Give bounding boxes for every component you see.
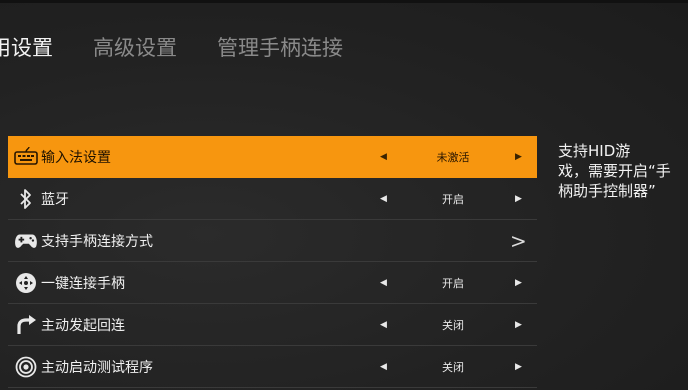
settings-list: 输入法设置 ◀ 未激活 ▶ 蓝牙 ◀ 开启 ▶ 支持手柄连接方式 > 一键连接手…: [8, 136, 537, 388]
value-prev-arrow[interactable]: ◀: [380, 362, 387, 372]
setting-row-gamepad-connection-methods[interactable]: 支持手柄连接方式 >: [8, 220, 537, 262]
value-prev-arrow[interactable]: ◀: [380, 320, 387, 330]
value-prev-arrow[interactable]: ◀: [380, 152, 387, 162]
setting-label: 一键连接手柄: [41, 275, 125, 292]
setting-value: 未激活: [436, 150, 470, 164]
help-description: 支持HID游 戏，需要开启“手 柄助手控制器”: [558, 142, 671, 200]
value-next-arrow[interactable]: ▶: [515, 278, 522, 288]
tab-advanced-settings[interactable]: 高级设置: [93, 30, 177, 66]
setting-value: 关闭: [442, 318, 464, 332]
reconnect-icon: [14, 313, 38, 337]
target-icon: [14, 355, 38, 379]
setting-label: 蓝牙: [41, 191, 69, 208]
setting-row-input-method[interactable]: 输入法设置 ◀ 未激活 ▶: [8, 136, 537, 178]
setting-row-one-key-connect[interactable]: 一键连接手柄 ◀ 开启 ▶: [8, 262, 537, 304]
setting-value: 开启: [442, 276, 464, 290]
setting-label: 支持手柄连接方式: [41, 233, 153, 250]
chevron-right-icon[interactable]: >: [510, 229, 527, 253]
value-next-arrow[interactable]: ▶: [515, 320, 522, 330]
top-border: [0, 0, 688, 3]
value-next-arrow[interactable]: ▶: [515, 194, 522, 204]
value-next-arrow[interactable]: ▶: [515, 362, 522, 372]
tab-general-settings[interactable]: 用设置: [0, 30, 53, 66]
dpad-icon: [14, 271, 38, 295]
bluetooth-icon: [14, 187, 38, 211]
setting-label: 主动发起回连: [41, 317, 125, 334]
setting-value: 开启: [442, 192, 464, 206]
keyboard-icon: [14, 145, 38, 169]
setting-value: 关闭: [442, 360, 464, 374]
gamepad-icon: [14, 229, 38, 253]
setting-row-bluetooth[interactable]: 蓝牙 ◀ 开启 ▶: [8, 178, 537, 220]
setting-row-auto-reconnect[interactable]: 主动发起回连 ◀ 关闭 ▶: [8, 304, 537, 346]
tab-manage-gamepad-connection[interactable]: 管理手柄连接: [217, 30, 343, 66]
tab-bar: 用设置 高级设置 管理手柄连接: [0, 30, 343, 66]
setting-label: 输入法设置: [41, 149, 111, 166]
value-prev-arrow[interactable]: ◀: [380, 278, 387, 288]
value-prev-arrow[interactable]: ◀: [380, 194, 387, 204]
value-next-arrow[interactable]: ▶: [515, 152, 522, 162]
setting-row-auto-start-test[interactable]: 主动启动测试程序 ◀ 关闭 ▶: [8, 346, 537, 388]
setting-label: 主动启动测试程序: [41, 359, 153, 376]
